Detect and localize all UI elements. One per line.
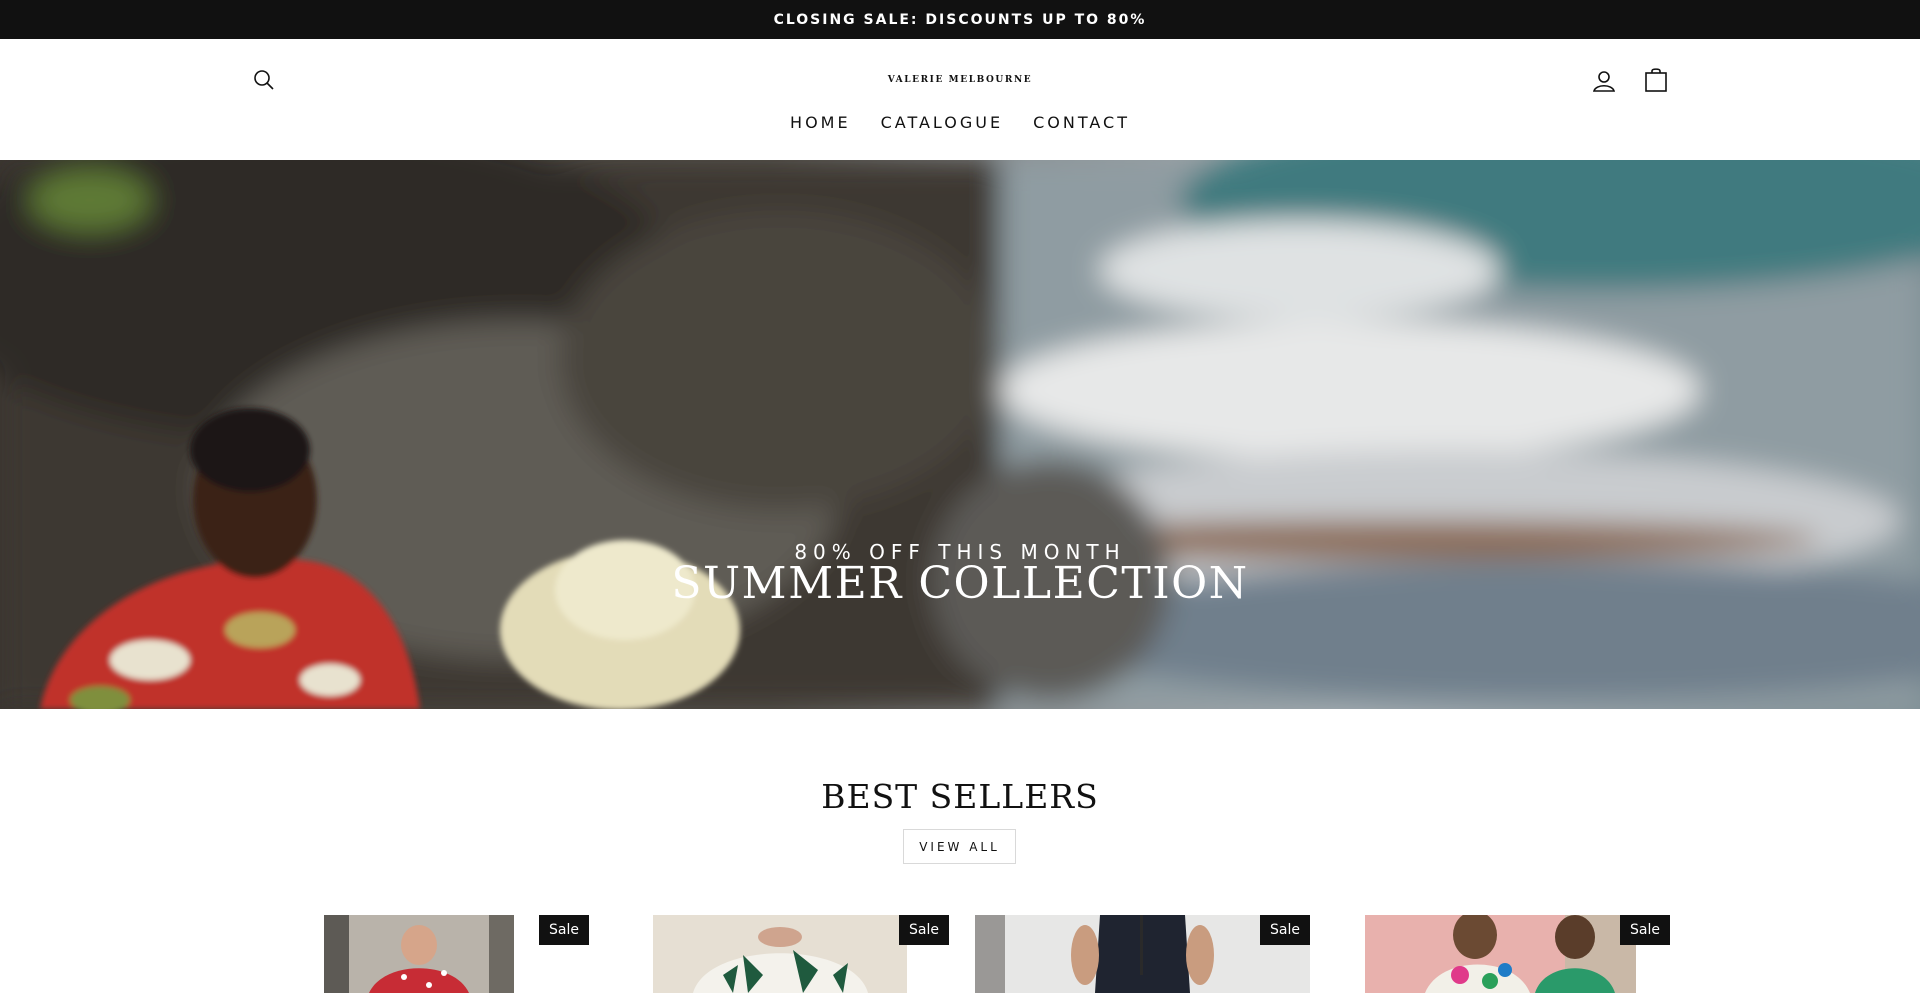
product-card[interactable]: Sale bbox=[653, 915, 949, 993]
product-card[interactable]: Sale bbox=[975, 915, 1310, 993]
sale-badge: Sale bbox=[1620, 915, 1670, 945]
best-sellers-title: BEST SELLERS bbox=[821, 777, 1099, 816]
view-all-button[interactable]: VIEW ALL bbox=[903, 829, 1016, 864]
hero-title: SUMMER COLLECTION bbox=[671, 558, 1249, 609]
product-image bbox=[1365, 915, 1636, 993]
shopping-bag-icon bbox=[1645, 68, 1667, 92]
product-image bbox=[324, 915, 514, 993]
nav-item-contact[interactable]: CONTACT bbox=[1033, 109, 1130, 136]
cart-button[interactable] bbox=[1638, 62, 1674, 98]
product-image bbox=[653, 915, 907, 993]
announcement-bar: CLOSING SALE: DISCOUNTS UP TO 80% bbox=[0, 0, 1920, 39]
hero-banner[interactable]: 80% OFF THIS MONTH SUMMER COLLECTION bbox=[0, 160, 1920, 709]
sale-badge: Sale bbox=[539, 915, 589, 945]
main-nav: HOME CATALOGUE CONTACT bbox=[0, 109, 1920, 136]
account-button[interactable] bbox=[1586, 63, 1622, 99]
site-logo[interactable]: VALERIE MELBOURNE bbox=[0, 75, 1920, 85]
product-card[interactable]: Sale bbox=[1365, 915, 1670, 993]
nav-item-catalogue[interactable]: CATALOGUE bbox=[881, 109, 1004, 136]
hero-background-image bbox=[0, 160, 1920, 709]
product-card[interactable]: Sale bbox=[324, 915, 589, 993]
nav-item-home[interactable]: HOME bbox=[790, 109, 851, 136]
sale-badge: Sale bbox=[1260, 915, 1310, 945]
announcement-text: CLOSING SALE: DISCOUNTS UP TO 80% bbox=[773, 11, 1147, 28]
sale-badge: Sale bbox=[899, 915, 949, 945]
site-header: VALERIE MELBOURNE HOME CATALOGUE CONTACT bbox=[0, 39, 1920, 160]
user-icon bbox=[1592, 71, 1616, 92]
